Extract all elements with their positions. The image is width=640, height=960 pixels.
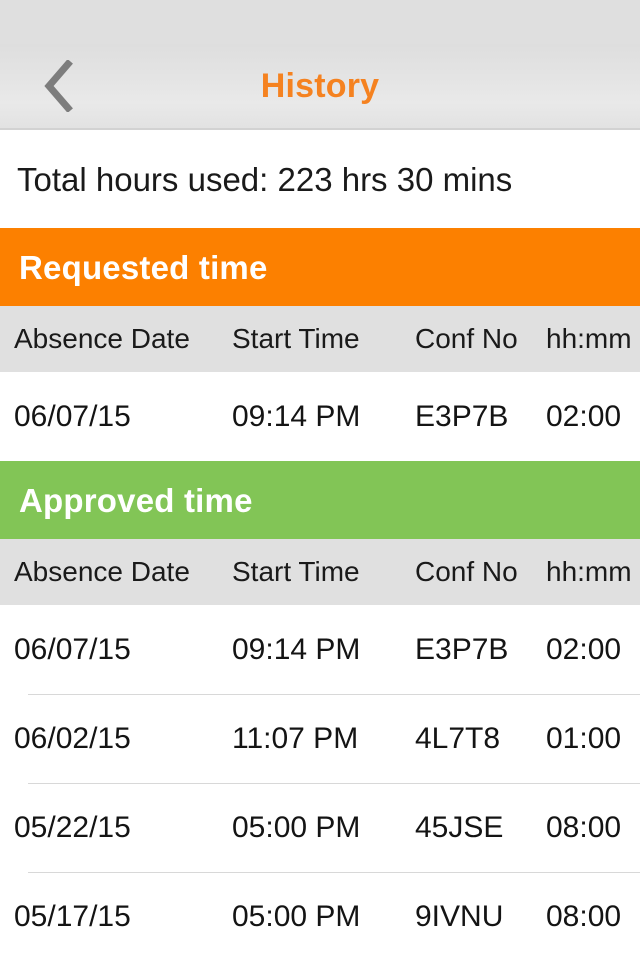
cell-date: 05/22/15 xyxy=(14,810,131,844)
cell-date: 06/07/15 xyxy=(14,399,131,433)
cell-hhmm: 02:00 xyxy=(546,399,622,433)
cell-date: 05/17/15 xyxy=(14,899,131,933)
cell-hhmm: 08:00 xyxy=(546,899,622,933)
total-hours-summary: Total hours used: 223 hrs 30 mins xyxy=(0,130,640,228)
cell-conf: 45JSE xyxy=(415,810,504,844)
cell-conf: E3P7B xyxy=(415,632,509,666)
cell-conf: 4L7T8 xyxy=(415,721,501,755)
history-screen: History Total hours used: 223 hrs 30 min… xyxy=(0,0,640,960)
column-header-row: Absence Date Start Time Conf No hh:mm xyxy=(0,539,640,605)
cell-hhmm: 02:00 xyxy=(546,632,622,666)
section-title: Requested time xyxy=(19,248,268,286)
cell-hhmm: 01:00 xyxy=(546,721,622,755)
table-row[interactable]: 06/07/15 09:14 PM E3P7B 02:00 xyxy=(0,605,640,694)
column-header-3: hh:mm xyxy=(546,556,632,587)
column-header-1: Start Time xyxy=(232,556,360,587)
column-header-0: Absence Date xyxy=(14,556,190,587)
column-header-row: Absence Date Start Time Conf No hh:mm xyxy=(0,306,640,372)
column-header-1: Start Time xyxy=(232,323,360,354)
table-row[interactable]: 05/22/15 05:00 PM 45JSE 08:00 xyxy=(0,783,640,872)
chevron-left-icon xyxy=(43,60,73,112)
cell-conf: 9IVNU xyxy=(415,899,504,933)
table-row[interactable]: 06/02/15 11:07 PM 4L7T8 01:00 xyxy=(0,694,640,783)
column-header-2: Conf No xyxy=(415,556,518,587)
cell-hhmm: 08:00 xyxy=(546,810,622,844)
column-header-2: Conf No xyxy=(415,323,518,354)
cell-start: 09:14 PM xyxy=(232,632,361,666)
cell-start: 09:14 PM xyxy=(232,399,361,433)
page-title: History xyxy=(260,67,380,105)
cell-start: 05:00 PM xyxy=(232,899,361,933)
column-header-3: hh:mm xyxy=(546,323,632,354)
cell-start: 11:07 PM xyxy=(232,721,359,755)
table-row[interactable]: 05/17/15 05:00 PM 9IVNU 08:00 xyxy=(0,872,640,960)
status-bar xyxy=(0,0,640,44)
sections-container: Requested time Absence Date Start Time Conf… xyxy=(0,228,640,960)
cell-date: 06/02/15 xyxy=(14,721,131,755)
back-button[interactable] xyxy=(26,54,90,118)
total-hours-text: Total hours used: 223 hrs 30 mins xyxy=(17,160,513,198)
section-header-requested: Requested time xyxy=(0,228,640,306)
cell-start: 05:00 PM xyxy=(232,810,361,844)
section-header-approved: Approved time xyxy=(0,461,640,539)
navigation-header: History xyxy=(0,44,640,130)
cell-date: 06/07/15 xyxy=(14,632,131,666)
table-row[interactable]: 06/07/15 09:14 PM E3P7B 02:00 xyxy=(0,372,640,461)
cell-conf: E3P7B xyxy=(415,399,509,433)
section-title: Approved time xyxy=(19,481,253,519)
column-header-0: Absence Date xyxy=(14,323,190,354)
